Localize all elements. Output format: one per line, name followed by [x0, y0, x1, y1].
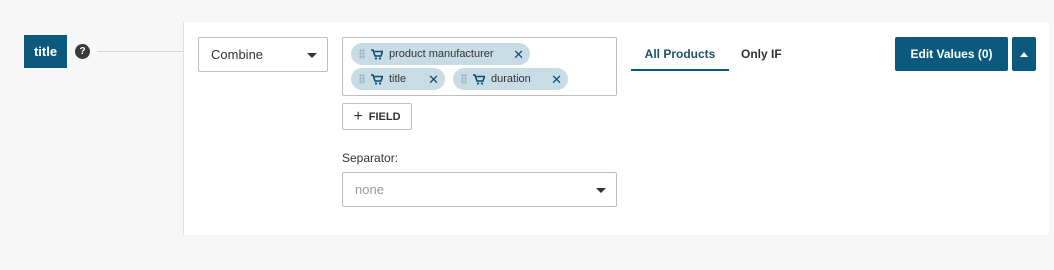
remove-icon[interactable]: ✕ — [428, 73, 439, 86]
drag-handle-icon[interactable] — [359, 49, 365, 59]
caret-down-icon — [596, 187, 606, 193]
mode-select[interactable]: Combine — [198, 37, 328, 72]
field-name-label: title — [33, 44, 58, 59]
cart-icon — [371, 48, 383, 60]
separator-select[interactable]: none — [342, 172, 617, 207]
remove-icon[interactable]: ✕ — [551, 73, 562, 86]
field-chip-title[interactable]: title ✕ — [351, 68, 445, 90]
help-icon[interactable]: ? — [75, 44, 90, 59]
add-field-label: FIELD — [368, 110, 401, 123]
connector-line — [97, 51, 183, 52]
field-chip-product-manufacturer[interactable]: product manufacturer ✕ — [351, 43, 530, 65]
field-chip-label: product manufacturer — [389, 48, 494, 60]
edit-values-label: Edit Values (0) — [910, 47, 993, 61]
separator-select-value: none — [355, 182, 384, 197]
add-field-button[interactable]: + FIELD — [342, 103, 412, 130]
caret-down-icon — [307, 52, 317, 58]
collapse-button[interactable] — [1012, 37, 1036, 71]
fields-chip-box[interactable]: product manufacturer ✕ title ✕ duration … — [342, 37, 617, 96]
drag-handle-icon[interactable] — [359, 74, 365, 84]
separator-label: Separator: — [342, 151, 399, 165]
field-chip-label: duration — [491, 73, 531, 85]
cart-icon — [371, 73, 383, 85]
edit-values-button[interactable]: Edit Values (0) — [895, 37, 1008, 71]
tab-only-if[interactable]: Only IF — [741, 47, 782, 61]
cart-icon — [473, 73, 485, 85]
remove-icon[interactable]: ✕ — [513, 48, 524, 61]
tab-all-products[interactable]: All Products — [631, 39, 729, 71]
field-chip-duration[interactable]: duration ✕ — [453, 68, 568, 90]
mode-select-value: Combine — [211, 47, 264, 62]
drag-handle-icon[interactable] — [461, 74, 467, 84]
caret-up-icon — [1020, 51, 1028, 57]
plus-icon: + — [353, 107, 363, 125]
field-chip-label: title — [389, 73, 407, 85]
field-name-tag[interactable]: title — [24, 35, 67, 68]
